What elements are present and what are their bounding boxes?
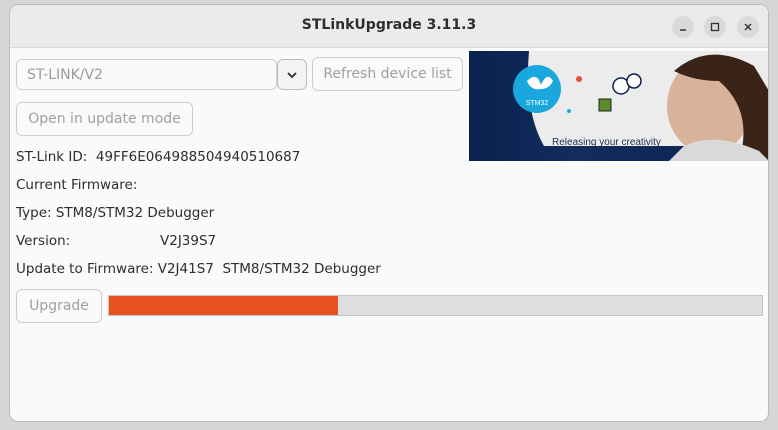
app-window: STLinkUpgrade 3.11.3 ST-LINK/V2 Refresh … xyxy=(9,4,769,422)
open-update-mode-button[interactable]: Open in update mode xyxy=(16,102,193,136)
close-icon xyxy=(744,23,752,31)
maximize-button[interactable] xyxy=(704,16,726,38)
version-value: V2J39S7 xyxy=(160,233,217,249)
refresh-device-list-button[interactable]: Refresh device list xyxy=(312,57,463,91)
banner-tagline: Releasing your creativity xyxy=(552,137,661,148)
minimize-icon xyxy=(680,29,686,31)
chevron-down-icon xyxy=(287,71,297,78)
close-button[interactable] xyxy=(737,16,759,38)
upgrade-progress-fill xyxy=(109,296,338,315)
version-label: Version: xyxy=(16,233,71,249)
current-firmware-label: Current Firmware: xyxy=(16,177,138,193)
maximize-icon xyxy=(710,22,720,32)
upgrade-button[interactable]: Upgrade xyxy=(16,289,102,323)
st-banner: STM32 Releasing your creativity xyxy=(469,51,768,161)
update-to-firmware-label: Update to Firmware: V2J41S7 STM8/STM32 D… xyxy=(16,261,381,277)
banner-image: STM32 Releasing your creativity xyxy=(469,51,768,161)
window-title: STLinkUpgrade 3.11.3 xyxy=(301,17,477,33)
device-dropdown-button[interactable] xyxy=(277,59,307,90)
type-label: Type: STM8/STM32 Debugger xyxy=(16,205,215,221)
stlink-id-label: ST-Link ID: 49FF6E064988504940510687 xyxy=(16,149,301,165)
upgrade-progress-bar xyxy=(108,295,763,316)
minimize-button[interactable] xyxy=(672,16,694,38)
device-select[interactable]: ST-LINK/V2 xyxy=(16,59,277,90)
title-bar: STLinkUpgrade 3.11.3 xyxy=(10,5,768,48)
device-select-value: ST-LINK/V2 xyxy=(27,67,103,83)
banner-logo-text: STM32 xyxy=(526,100,549,107)
